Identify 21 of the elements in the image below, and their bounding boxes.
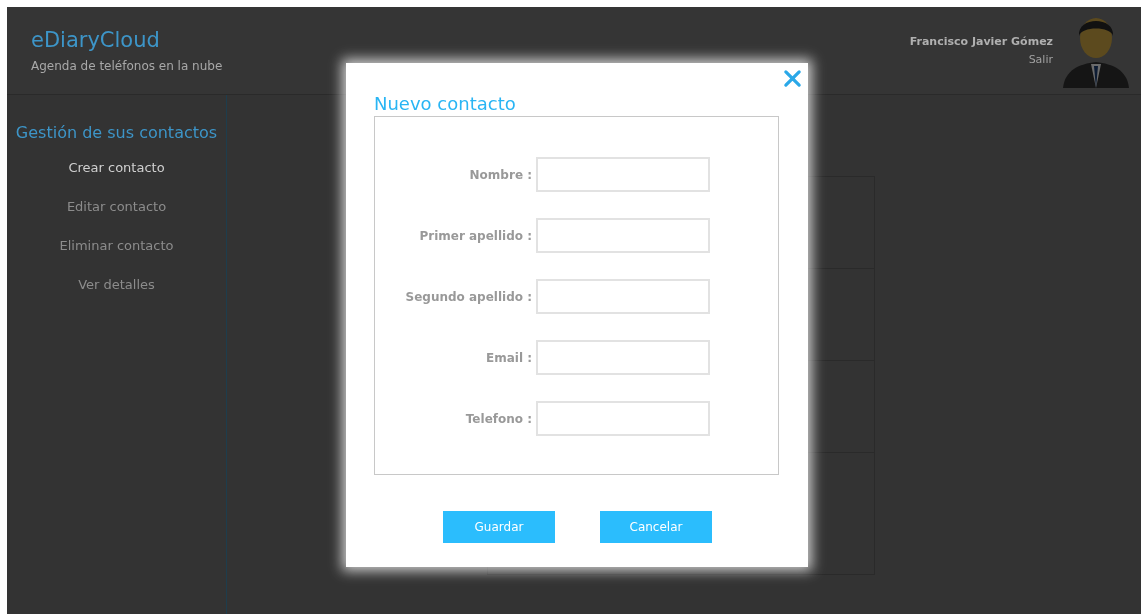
logout-link[interactable]: Salir — [1028, 53, 1053, 66]
input-field[interactable] — [536, 157, 710, 192]
input-field[interactable] — [536, 340, 710, 375]
input-field[interactable] — [536, 218, 710, 253]
close-icon[interactable] — [783, 69, 802, 88]
app-title: eDiaryCloud — [31, 27, 161, 53]
sidebar-item: Eliminar contacto — [59, 238, 174, 254]
input-field[interactable] — [536, 279, 710, 314]
sidebar-item[interactable]: Crear contacto — [68, 160, 165, 176]
app-subtitle: Agenda de teléfonos en la nube — [31, 59, 223, 73]
field-label: Primer apellido : — [418, 228, 533, 243]
field-label: Nombre : — [468, 167, 533, 182]
field-label: Telefono : — [464, 411, 533, 426]
user-name: Francisco Javier Gómez — [909, 35, 1053, 48]
sidebar-item: Ver detalles — [78, 277, 155, 293]
field-label: Email : — [485, 350, 533, 365]
input-field[interactable] — [536, 401, 710, 436]
sidebar-item: Editar contacto — [66, 199, 167, 215]
field-label: Segundo apellido : — [404, 289, 533, 304]
dialog-title: Nuevo contacto — [374, 92, 517, 116]
sidebar-heading: Gestión de sus contactos — [14, 123, 219, 142]
